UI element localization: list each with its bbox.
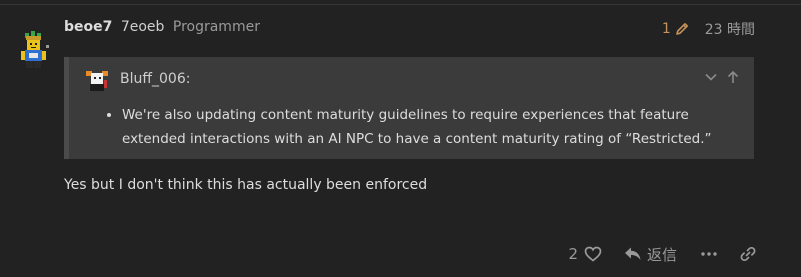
post-info: 1 23 時間 [662,19,755,39]
reply-icon [624,247,641,260]
like-button[interactable] [584,246,602,262]
chevron-down-icon[interactable] [704,69,718,88]
quote-controls [704,69,740,88]
post-body: Yes but I don't think this has actually … [64,177,428,193]
link-icon [740,246,756,262]
reply-label: 返信 [646,245,677,264]
post-meta: beoe7 7eoeb Programmer [64,19,260,35]
post-time[interactable]: 23 時間 [705,19,755,39]
user-avatar[interactable] [16,30,52,70]
post-actions: 2 返信 [568,242,757,266]
arrow-up-icon[interactable] [726,69,740,88]
post-username[interactable]: beoe7 [64,19,112,35]
quote-username: Bluff_006: [120,71,191,87]
share-link-button[interactable] [739,246,757,262]
like-count[interactable]: 2 [568,245,578,263]
more-options-button[interactable] [701,251,717,257]
pencil-icon[interactable] [675,22,689,36]
roblox-avatar-icon [21,31,49,68]
edit-count[interactable]: 1 [662,21,671,37]
post-user-title: Programmer [172,19,260,35]
quote-avatar[interactable] [85,69,109,93]
quoted-user-avatar-icon [86,71,108,91]
quote-list: We're also updating content maturity gui… [102,103,742,151]
heart-icon [584,246,602,262]
ellipsis-icon [701,252,717,256]
reply-button[interactable]: 返信 [624,244,677,265]
quote-block: Bluff_006: We're also updating content m… [64,57,754,159]
post-full-name[interactable]: 7eoeb [121,19,165,35]
top-divider [0,4,801,5]
quote-list-item: We're also updating content maturity gui… [122,103,742,151]
